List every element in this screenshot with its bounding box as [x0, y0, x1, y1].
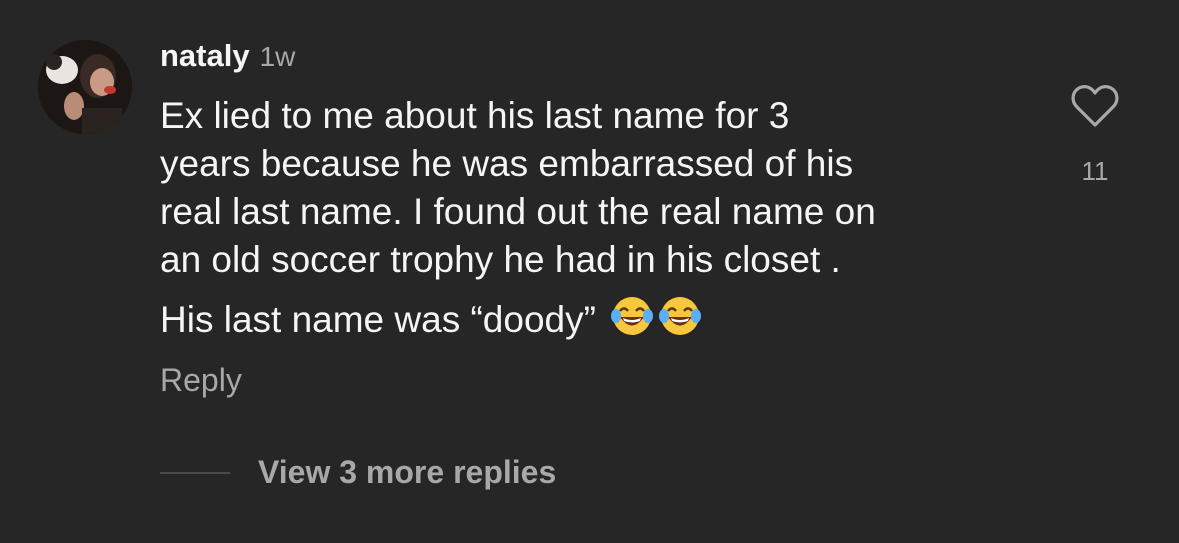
comment-text-line: an old soccer trophy he had in his close… — [160, 239, 841, 280]
avatar[interactable] — [38, 40, 132, 134]
like-count: 11 — [1081, 156, 1109, 186]
heart-outline-icon — [1071, 85, 1119, 127]
like-button[interactable] — [1070, 83, 1120, 129]
face-with-tears-of-joy-icon — [610, 297, 653, 335]
view-more-replies-button[interactable]: View 3 more replies — [160, 454, 556, 491]
comment-text: Ex lied to me about his last name for 3 … — [160, 92, 1020, 344]
comment-text-line: real last name. I found out the real nam… — [160, 191, 876, 232]
reply-button[interactable]: Reply — [160, 362, 242, 399]
avatar-photo — [38, 40, 132, 134]
username[interactable]: nataly — [160, 38, 250, 74]
timestamp: 1w — [259, 41, 296, 72]
comment-header: nataly 1w — [160, 38, 295, 78]
replies-divider — [160, 471, 230, 474]
comment-text-line-last: His last name was “doody” — [160, 294, 1020, 344]
view-more-replies-label: View 3 more replies — [258, 454, 557, 490]
comment-text-line: years because he was embarrassed of his — [160, 143, 854, 184]
face-with-tears-of-joy-icon — [658, 297, 701, 335]
comment: nataly 1w Ex lied to me about his last n… — [0, 0, 1179, 543]
comment-text-final: His last name was “doody” — [160, 299, 596, 340]
emoji-group — [610, 294, 702, 338]
comment-text-line: Ex lied to me about his last name for 3 — [160, 95, 790, 136]
